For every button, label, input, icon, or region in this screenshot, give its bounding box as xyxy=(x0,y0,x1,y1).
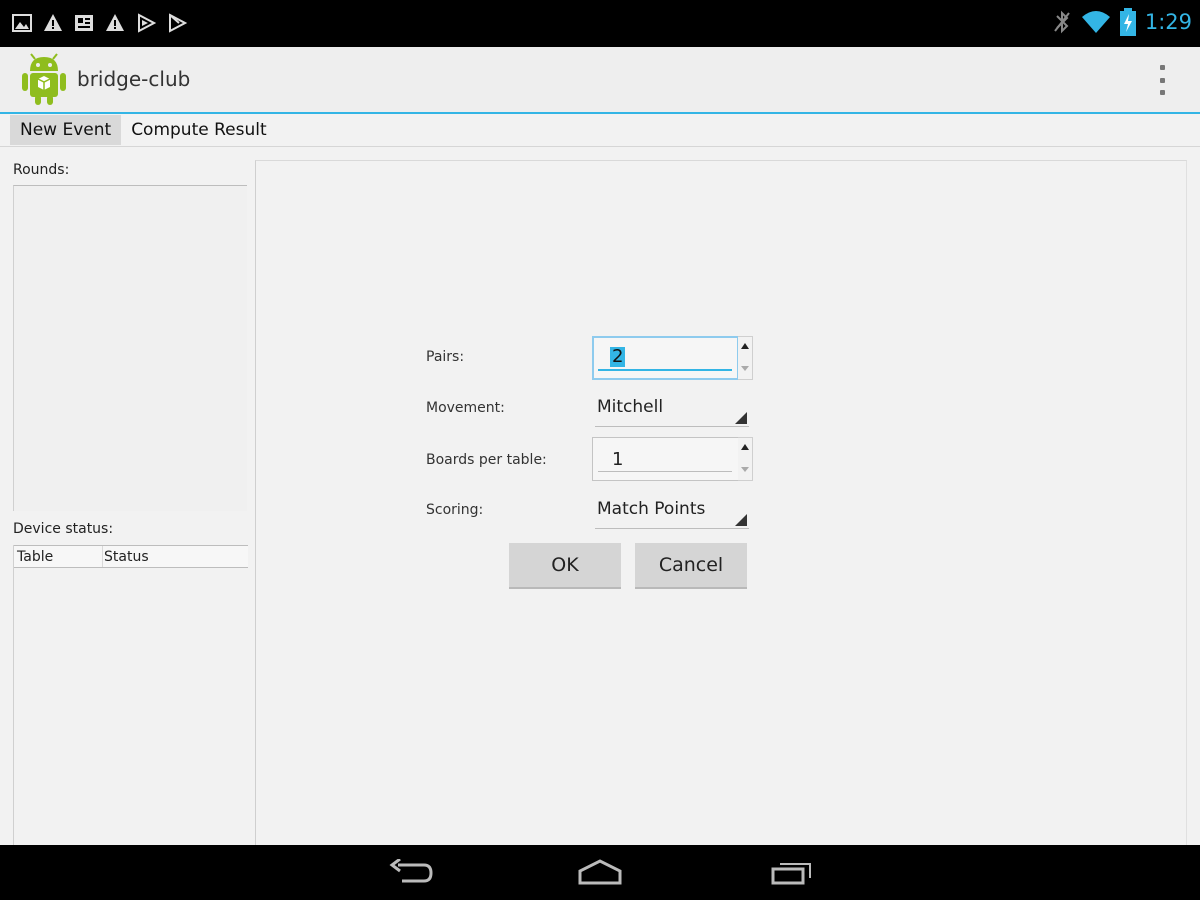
play-store-icon xyxy=(169,13,187,33)
dropdown-arrow-icon xyxy=(735,514,747,526)
device-status-label: Device status: xyxy=(13,521,114,537)
play-icon xyxy=(138,13,156,33)
boards-per-table-label: Boards per table: xyxy=(426,452,547,468)
ok-button[interactable]: OK xyxy=(509,543,621,589)
recents-icon[interactable] xyxy=(769,859,815,887)
boards-per-table-value: 1 xyxy=(612,449,624,470)
notification-icons xyxy=(12,13,187,33)
dropdown-arrow-icon xyxy=(735,412,747,424)
home-icon[interactable] xyxy=(577,859,623,887)
increment-icon[interactable] xyxy=(741,444,749,450)
movement-dropdown[interactable]: Mitchell xyxy=(595,393,749,427)
android-icon[interactable] xyxy=(18,53,70,107)
column-header-table[interactable]: Table xyxy=(17,549,53,565)
system-indicators: 1:29 xyxy=(1051,8,1192,36)
boards-per-table-stepper[interactable] xyxy=(738,437,753,481)
back-icon[interactable] xyxy=(388,859,434,887)
warning-icon xyxy=(106,14,124,31)
battery-charging-icon xyxy=(1119,8,1136,36)
pairs-label: Pairs: xyxy=(426,349,465,365)
bluetooth-off-icon xyxy=(1054,10,1070,34)
dropdown-underline xyxy=(595,426,749,427)
rounds-list[interactable] xyxy=(13,185,247,511)
tab-new-event[interactable]: New Event xyxy=(10,115,122,145)
gallery-icon xyxy=(12,14,32,32)
rounds-label: Rounds: xyxy=(13,162,70,178)
column-header-status[interactable]: Status xyxy=(104,549,149,565)
overflow-menu-icon[interactable] xyxy=(1150,65,1174,95)
field-underline xyxy=(598,471,732,472)
action-bar-divider xyxy=(0,112,1200,114)
field-underline xyxy=(598,369,732,371)
tab-strip: New Event Compute Result xyxy=(10,115,277,146)
scoring-label: Scoring: xyxy=(426,502,484,518)
table-header: Table Status xyxy=(14,545,248,568)
pairs-value: 2 xyxy=(610,346,626,367)
news-icon xyxy=(75,15,93,31)
dropdown-underline xyxy=(595,528,749,529)
boards-per-table-spinner[interactable]: 1 xyxy=(592,437,753,481)
warning-icon xyxy=(44,14,62,31)
increment-icon[interactable] xyxy=(741,343,749,349)
app-title: bridge-club xyxy=(77,67,191,91)
wifi-icon xyxy=(1081,11,1110,33)
decrement-icon[interactable] xyxy=(741,467,749,472)
cancel-button[interactable]: Cancel xyxy=(635,543,747,589)
scoring-value: Match Points xyxy=(597,499,706,519)
device-status-table[interactable]: Table Status xyxy=(13,545,248,845)
movement-label: Movement: xyxy=(426,400,505,416)
action-bar: bridge-club xyxy=(0,47,1200,114)
decrement-icon[interactable] xyxy=(741,366,749,371)
movement-value: Mitchell xyxy=(597,397,664,417)
pairs-spinner[interactable]: 2 xyxy=(592,336,753,380)
tab-compute-result[interactable]: Compute Result xyxy=(121,115,276,145)
navigation-bar xyxy=(0,845,1200,900)
scoring-dropdown[interactable]: Match Points xyxy=(595,495,749,529)
tab-divider xyxy=(0,146,1200,147)
pairs-stepper[interactable] xyxy=(738,336,753,380)
column-separator xyxy=(102,546,103,567)
status-bar: 1:29 xyxy=(0,0,1200,47)
clock: 1:29 xyxy=(1144,10,1192,34)
